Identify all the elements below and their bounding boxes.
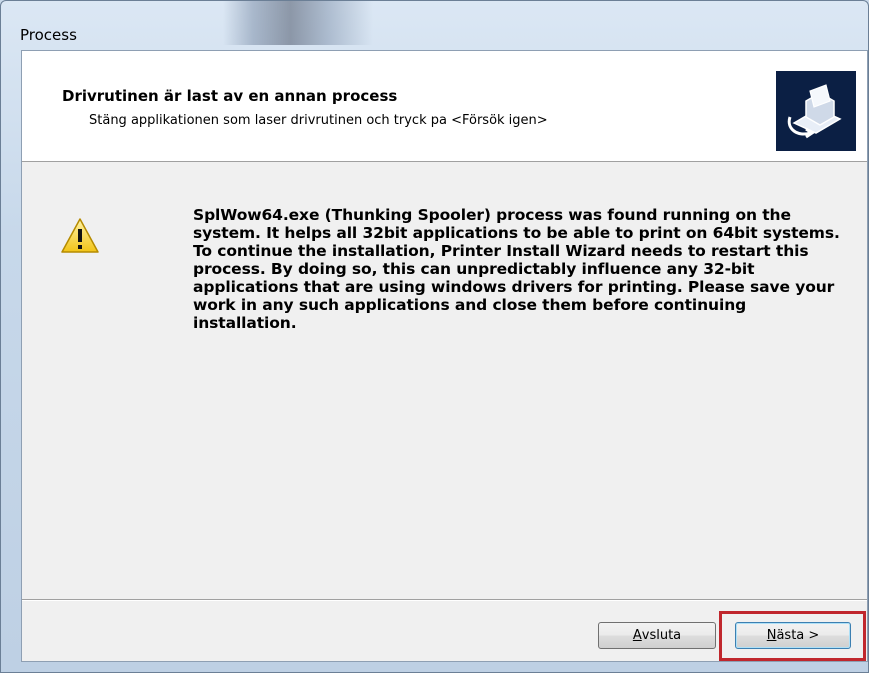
warning-icon xyxy=(60,217,100,255)
warning-message: SplWow64.exe (Thunking Spooler) process … xyxy=(193,206,840,332)
header-title: Drivrutinen är last av en annan process xyxy=(62,87,398,105)
window-title: Process xyxy=(20,26,77,44)
cancel-mnemonic: A xyxy=(632,628,642,643)
title-bar[interactable]: Process xyxy=(1,1,868,49)
next-button-highlight xyxy=(719,611,866,661)
button-separator xyxy=(22,599,867,601)
cancel-button[interactable]: Avsluta xyxy=(598,622,716,649)
title-bar-decoration xyxy=(223,1,373,45)
cancel-label: vsluta xyxy=(641,628,682,643)
wizard-header: Drivrutinen är last av en annan process … xyxy=(22,51,867,162)
dialog-window: Process Drivrutinen är last av en annan … xyxy=(0,0,869,673)
header-subtitle: Stäng applikationen som laser drivrutine… xyxy=(89,113,548,128)
printer-install-icon xyxy=(776,71,856,151)
dialog-client-area: Drivrutinen är last av en annan process … xyxy=(21,50,868,662)
